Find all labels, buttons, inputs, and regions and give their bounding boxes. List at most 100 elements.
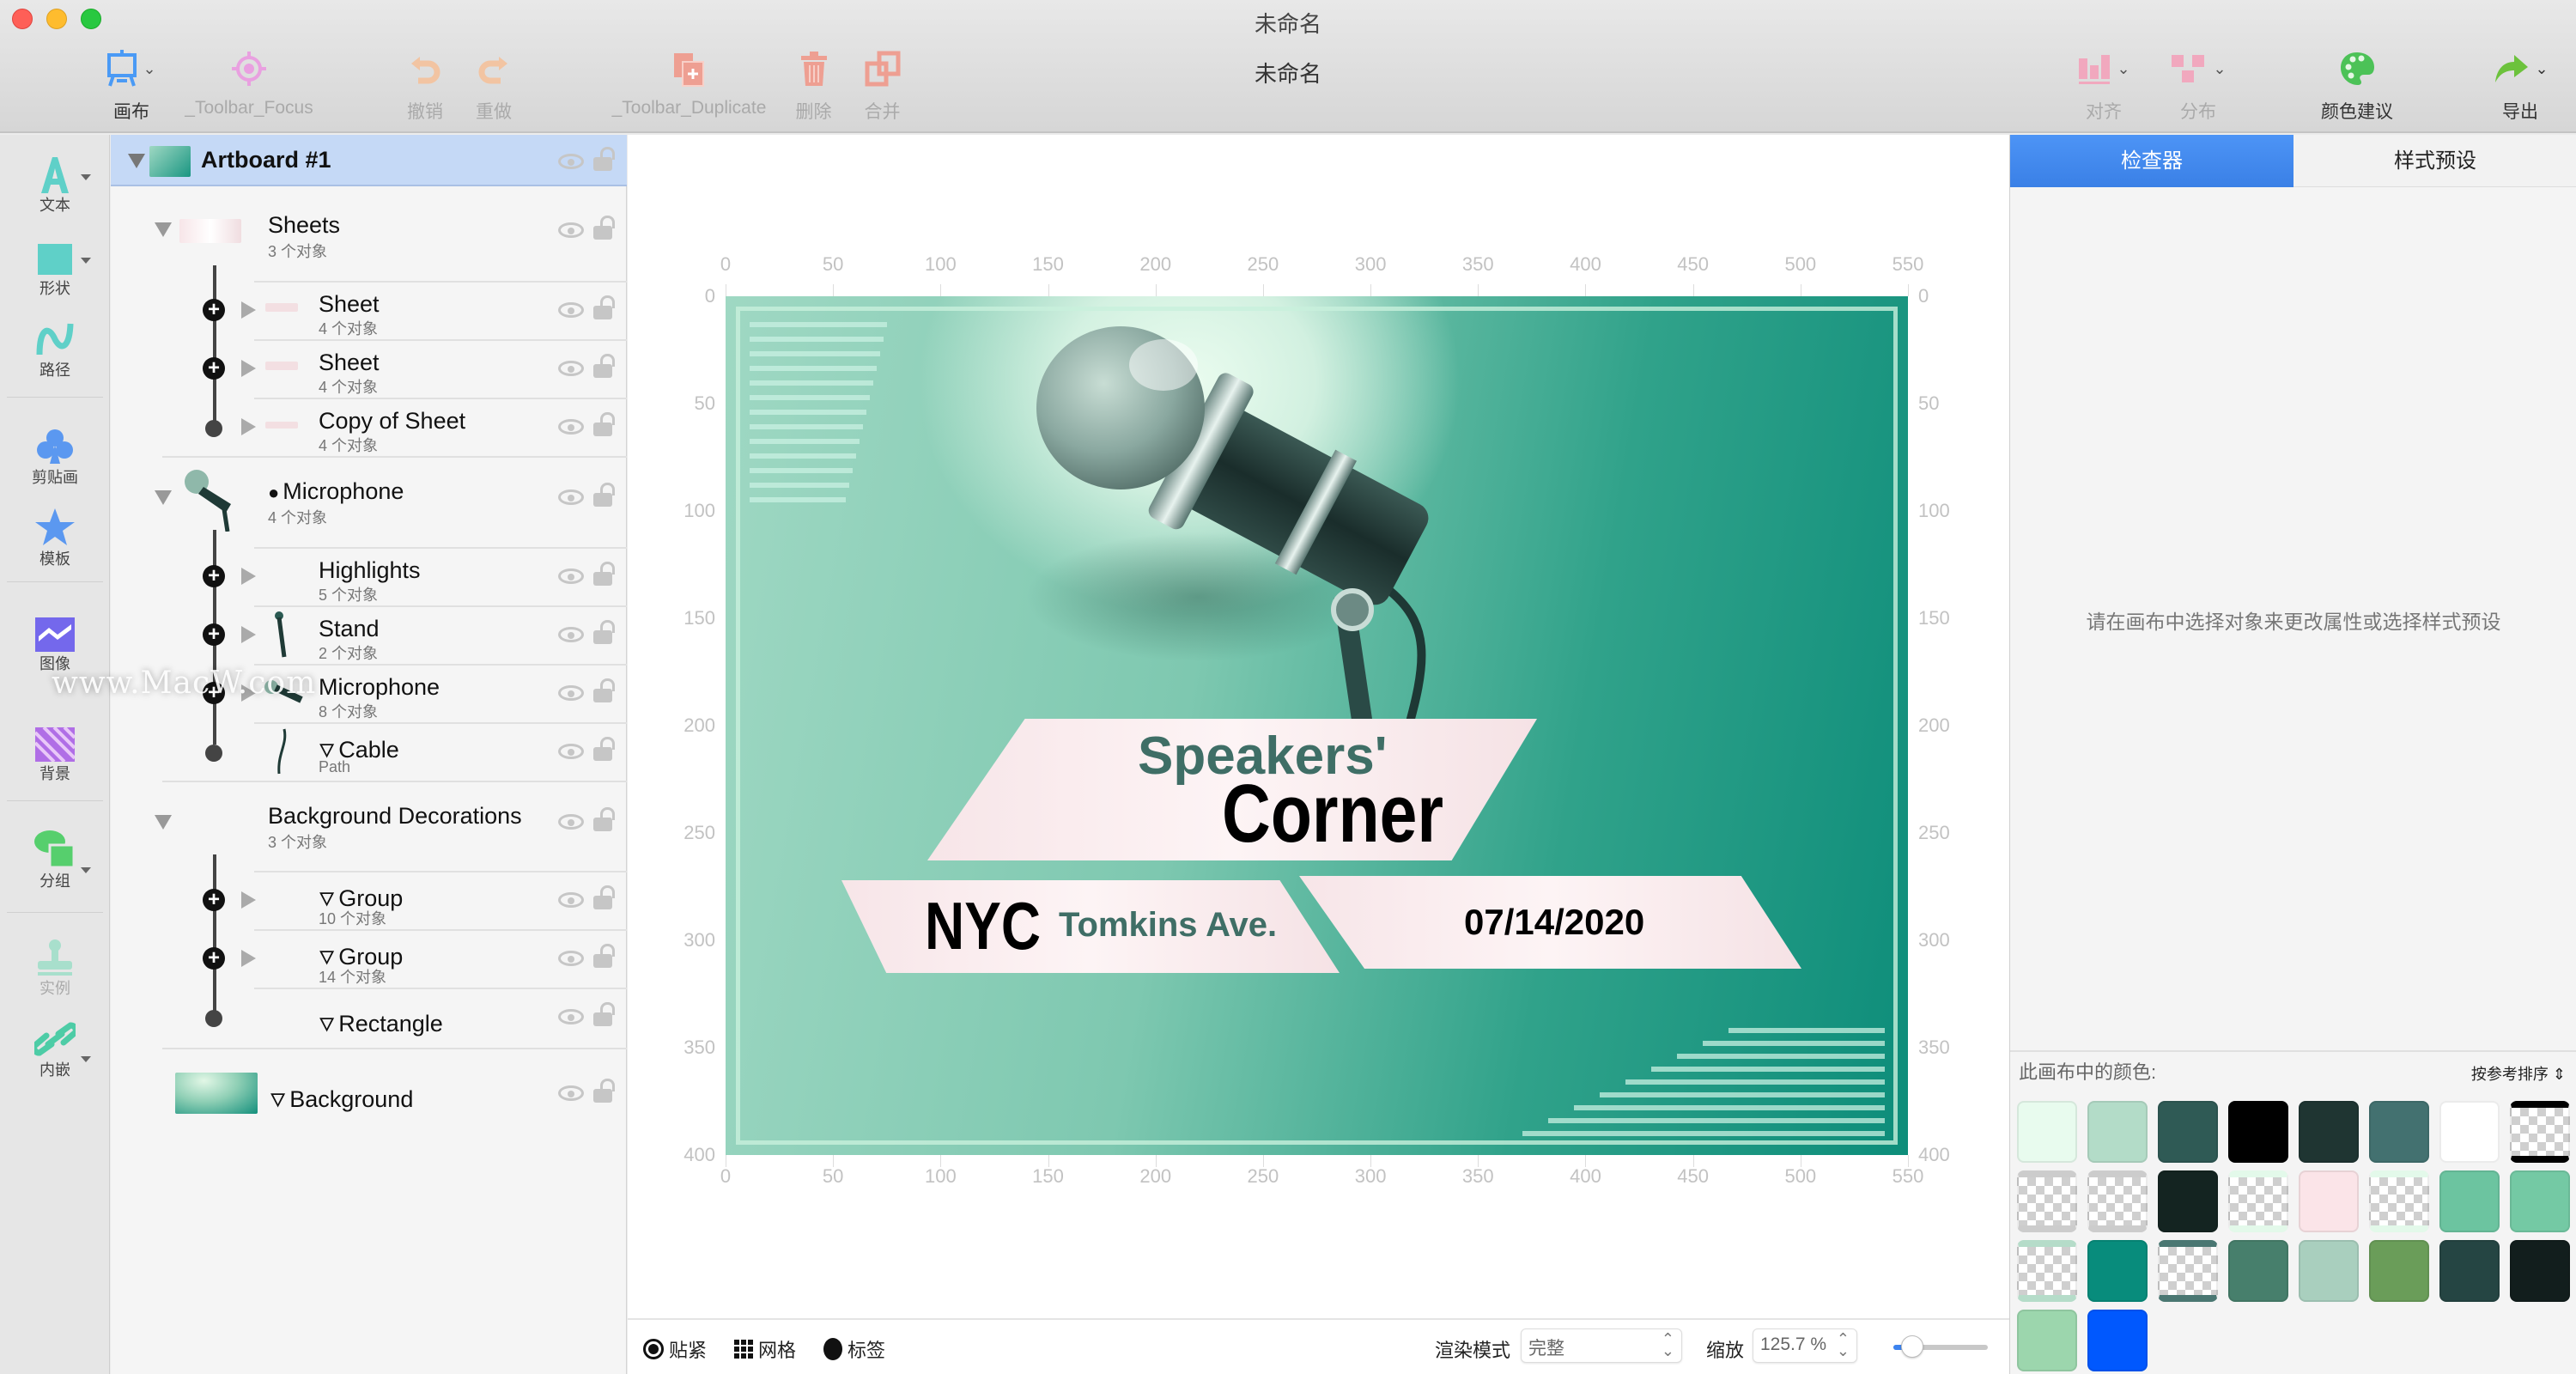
lock-icon[interactable] xyxy=(593,1079,615,1103)
redo-button[interactable]: 重做 xyxy=(464,43,524,124)
layer-item[interactable]: + Microphone 8 个对象 xyxy=(111,664,627,722)
grid-toggle[interactable]: 网格 xyxy=(734,1335,796,1363)
visibility-eye-icon[interactable] xyxy=(558,154,584,169)
layer-item[interactable]: + Sheet 4 个对象 xyxy=(111,281,627,339)
lock-icon[interactable] xyxy=(593,147,615,171)
disclosure-triangle-icon[interactable] xyxy=(241,360,256,377)
shape-tool[interactable]: 形状 xyxy=(0,234,110,299)
expand-plus-icon[interactable]: + xyxy=(203,947,225,970)
disclosure-triangle-icon[interactable] xyxy=(155,222,172,237)
color-suggestion-button[interactable]: 颜色建议 xyxy=(2310,43,2404,124)
path-tool[interactable]: 路径 xyxy=(0,315,110,380)
visibility-eye-icon[interactable] xyxy=(558,361,584,376)
lock-icon[interactable] xyxy=(593,678,615,702)
disclosure-triangle-icon[interactable] xyxy=(155,490,172,505)
layer-item[interactable]: 🜄 Rectangle xyxy=(111,988,627,1046)
city-text[interactable]: NYC xyxy=(925,887,1041,965)
image-tool[interactable]: 图像 xyxy=(0,609,110,674)
color-swatch[interactable] xyxy=(2439,1101,2500,1163)
visibility-eye-icon[interactable] xyxy=(558,489,584,505)
color-swatch[interactable] xyxy=(2299,1101,2359,1163)
color-swatch[interactable] xyxy=(2510,1240,2570,1302)
expand-plus-icon[interactable]: + xyxy=(203,565,225,587)
artboard[interactable]: Speakers' Corner NYC Tomkins Ave. 07/14/… xyxy=(726,296,1908,1155)
color-swatch[interactable] xyxy=(2299,1170,2359,1232)
visibility-eye-icon[interactable] xyxy=(558,222,584,238)
street-text[interactable]: Tomkins Ave. xyxy=(1059,906,1277,945)
color-swatch[interactable] xyxy=(2087,1101,2148,1163)
template-tool[interactable]: 模板 xyxy=(0,504,110,569)
merge-button[interactable]: 合并 xyxy=(854,43,910,124)
title-big-text[interactable]: Corner xyxy=(1222,767,1443,861)
tab-inspector[interactable]: 检查器 xyxy=(2010,135,2293,187)
color-swatch[interactable] xyxy=(2369,1170,2429,1232)
lock-icon[interactable] xyxy=(593,412,615,436)
layer-item[interactable]: + Stand 2 个对象 xyxy=(111,605,627,664)
microphone-illustration[interactable] xyxy=(1026,313,1473,743)
layer-item[interactable]: + Sheet 4 个对象 xyxy=(111,339,627,398)
color-swatch[interactable] xyxy=(2369,1240,2429,1302)
color-swatch[interactable] xyxy=(2158,1101,2218,1163)
sort-by-reference-select[interactable]: 按参考排序 ⇕ xyxy=(2471,1062,2566,1085)
distribute-button[interactable]: ⌄ 分布 xyxy=(2164,43,2233,124)
color-swatch[interactable] xyxy=(2158,1240,2218,1302)
color-swatch[interactable] xyxy=(2087,1310,2148,1371)
disclosure-triangle-icon[interactable] xyxy=(241,684,256,702)
color-swatch[interactable] xyxy=(2017,1170,2077,1232)
lock-icon[interactable] xyxy=(593,1002,615,1026)
visibility-eye-icon[interactable] xyxy=(558,744,584,759)
layer-item[interactable]: + 🜄 Group 14 个对象 xyxy=(111,929,627,988)
visibility-eye-icon[interactable] xyxy=(558,814,584,830)
background-tool[interactable]: 背景 xyxy=(0,719,110,784)
group-tool[interactable]: 分组 xyxy=(0,826,110,891)
disclosure-triangle-icon[interactable] xyxy=(241,301,256,319)
color-swatch[interactable] xyxy=(2158,1170,2218,1232)
expand-plus-icon[interactable]: + xyxy=(203,682,225,704)
canvas-button[interactable]: ⌄ 画布 xyxy=(93,43,170,124)
layer-item[interactable]: + Highlights 5 个对象 xyxy=(111,547,627,605)
lock-icon[interactable] xyxy=(593,944,615,968)
duplicate-button[interactable]: _Toolbar_Duplicate xyxy=(601,43,777,119)
clipart-tool[interactable]: 剪贴画 xyxy=(0,423,110,488)
color-swatch[interactable] xyxy=(2369,1101,2429,1163)
color-swatch[interactable] xyxy=(2017,1310,2077,1371)
visibility-eye-icon[interactable] xyxy=(558,1009,584,1024)
color-swatch[interactable] xyxy=(2299,1240,2359,1302)
export-button[interactable]: ⌄ 导出 xyxy=(2482,43,2559,124)
color-swatch[interactable] xyxy=(2510,1170,2570,1232)
tab-style-presets[interactable]: 样式预设 xyxy=(2293,135,2576,187)
visibility-eye-icon[interactable] xyxy=(558,627,584,642)
color-swatch[interactable] xyxy=(2228,1101,2288,1163)
expand-plus-icon[interactable]: + xyxy=(203,889,225,911)
zoom-value-select[interactable]: 125.7 % ⌃ ⌄ xyxy=(1753,1328,1857,1363)
lock-icon[interactable] xyxy=(593,885,615,909)
lock-icon[interactable] xyxy=(593,562,615,586)
render-mode-select[interactable]: 完整 ⌃ ⌄ xyxy=(1521,1328,1682,1363)
visibility-eye-icon[interactable] xyxy=(558,568,584,584)
layer-sheets-group[interactable]: Sheets 3 个对象 xyxy=(111,204,627,281)
disclosure-triangle-icon[interactable] xyxy=(155,815,172,830)
disclosure-triangle-icon[interactable] xyxy=(241,418,256,435)
snap-toggle[interactable]: 贴紧 xyxy=(643,1335,707,1363)
layer-item[interactable]: 🜄 Cable Path xyxy=(111,722,627,781)
layer-item[interactable]: Copy of Sheet 4 个对象 xyxy=(111,398,627,456)
layer-background-decorations-group[interactable]: Background Decorations 3 个对象 xyxy=(111,782,627,871)
disclosure-triangle-icon[interactable] xyxy=(241,568,256,585)
layer-artboard[interactable]: Artboard #1 xyxy=(111,135,627,186)
delete-button[interactable]: 删除 xyxy=(786,43,841,124)
text-tool[interactable]: 文本 xyxy=(0,150,110,216)
visibility-eye-icon[interactable] xyxy=(558,892,584,908)
lock-icon[interactable] xyxy=(593,737,615,761)
visibility-eye-icon[interactable] xyxy=(558,419,584,435)
visibility-eye-icon[interactable] xyxy=(558,1085,584,1101)
lock-icon[interactable] xyxy=(593,354,615,378)
visibility-eye-icon[interactable] xyxy=(558,302,584,318)
focus-button[interactable]: _Toolbar_Focus xyxy=(180,43,318,119)
disclosure-triangle-icon[interactable] xyxy=(128,154,145,168)
lock-icon[interactable] xyxy=(593,295,615,319)
layer-background[interactable]: 🜄 Background xyxy=(111,1049,627,1135)
instance-tool[interactable]: 实例 xyxy=(0,933,110,999)
visibility-eye-icon[interactable] xyxy=(558,685,584,701)
color-swatch[interactable] xyxy=(2228,1170,2288,1232)
zoom-slider-knob[interactable] xyxy=(1901,1335,1923,1358)
